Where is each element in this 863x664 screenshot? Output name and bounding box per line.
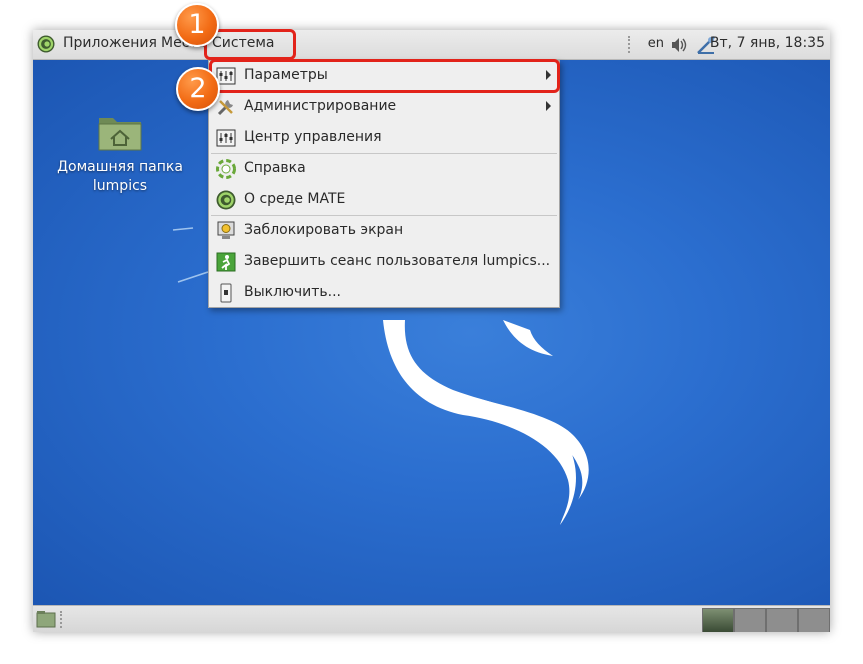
system-menu: Параметры Администрирование Центр управл…	[208, 60, 560, 308]
show-desktop-icon[interactable]	[36, 610, 56, 628]
mate-logo-icon	[216, 190, 236, 210]
menu-item-label: Завершить сеанс пользователя lumpics...	[244, 253, 551, 269]
highlight-preferences-item	[209, 59, 560, 93]
menu-item-label: Администрирование	[244, 98, 397, 114]
menu-item-label: Центр управления	[244, 129, 382, 145]
clock[interactable]: Вт, 7 янв, 18:35	[710, 35, 825, 51]
top-panel: Приложения Места Система en Вт, 7 янв, 1…	[33, 30, 830, 60]
menu-item-administration[interactable]: Администрирование	[209, 92, 559, 122]
step-1-badge: 1	[175, 3, 219, 47]
menu-item-label: Выключить...	[244, 284, 341, 300]
menu-item-logout[interactable]: Завершить сеанс пользователя lumpics...	[209, 247, 559, 277]
control-center-icon	[216, 129, 236, 147]
submenu-arrow-icon	[546, 101, 551, 111]
menu-item-label: Справка	[244, 160, 306, 176]
menu-item-help[interactable]: Справка	[209, 154, 559, 184]
mate-logo-icon[interactable]	[37, 35, 55, 53]
step-2-badge: 2	[176, 67, 220, 111]
help-icon	[216, 159, 236, 179]
home-folder-label-line2: lumpics	[92, 178, 148, 194]
workspace-4[interactable]	[798, 608, 830, 632]
workspace-1[interactable]	[702, 608, 734, 632]
highlight-system-menu	[204, 29, 296, 60]
panel-handle	[60, 611, 65, 628]
menu-applications[interactable]: Приложения	[63, 35, 157, 51]
keyboard-layout-indicator[interactable]: en	[648, 36, 664, 51]
volume-icon[interactable]	[670, 36, 688, 54]
menu-item-control-center[interactable]: Центр управления	[209, 123, 559, 153]
shutdown-icon	[220, 283, 232, 303]
home-folder-icon	[98, 118, 142, 151]
tray-handle	[628, 36, 634, 53]
menu-item-lock-screen[interactable]: Заблокировать экран	[209, 216, 559, 246]
menu-item-label: Заблокировать экран	[244, 222, 404, 238]
home-folder-label-line1: Домашняя папка	[57, 159, 183, 175]
home-folder-shortcut[interactable]: Домашняя папка lumpics	[55, 112, 185, 196]
workspace-2[interactable]	[734, 608, 766, 632]
lock-screen-icon	[217, 221, 235, 239]
screen: Приложения Места Система en Вт, 7 янв, 1…	[33, 30, 830, 632]
menu-item-about-mate[interactable]: О среде MATE	[209, 185, 559, 215]
logout-icon	[216, 252, 236, 272]
menu-item-shutdown[interactable]: Выключить...	[209, 278, 559, 308]
administration-icon	[217, 100, 233, 116]
menu-item-label: О среде MATE	[244, 191, 346, 207]
bottom-panel	[33, 605, 830, 632]
workspace-3[interactable]	[766, 608, 798, 632]
